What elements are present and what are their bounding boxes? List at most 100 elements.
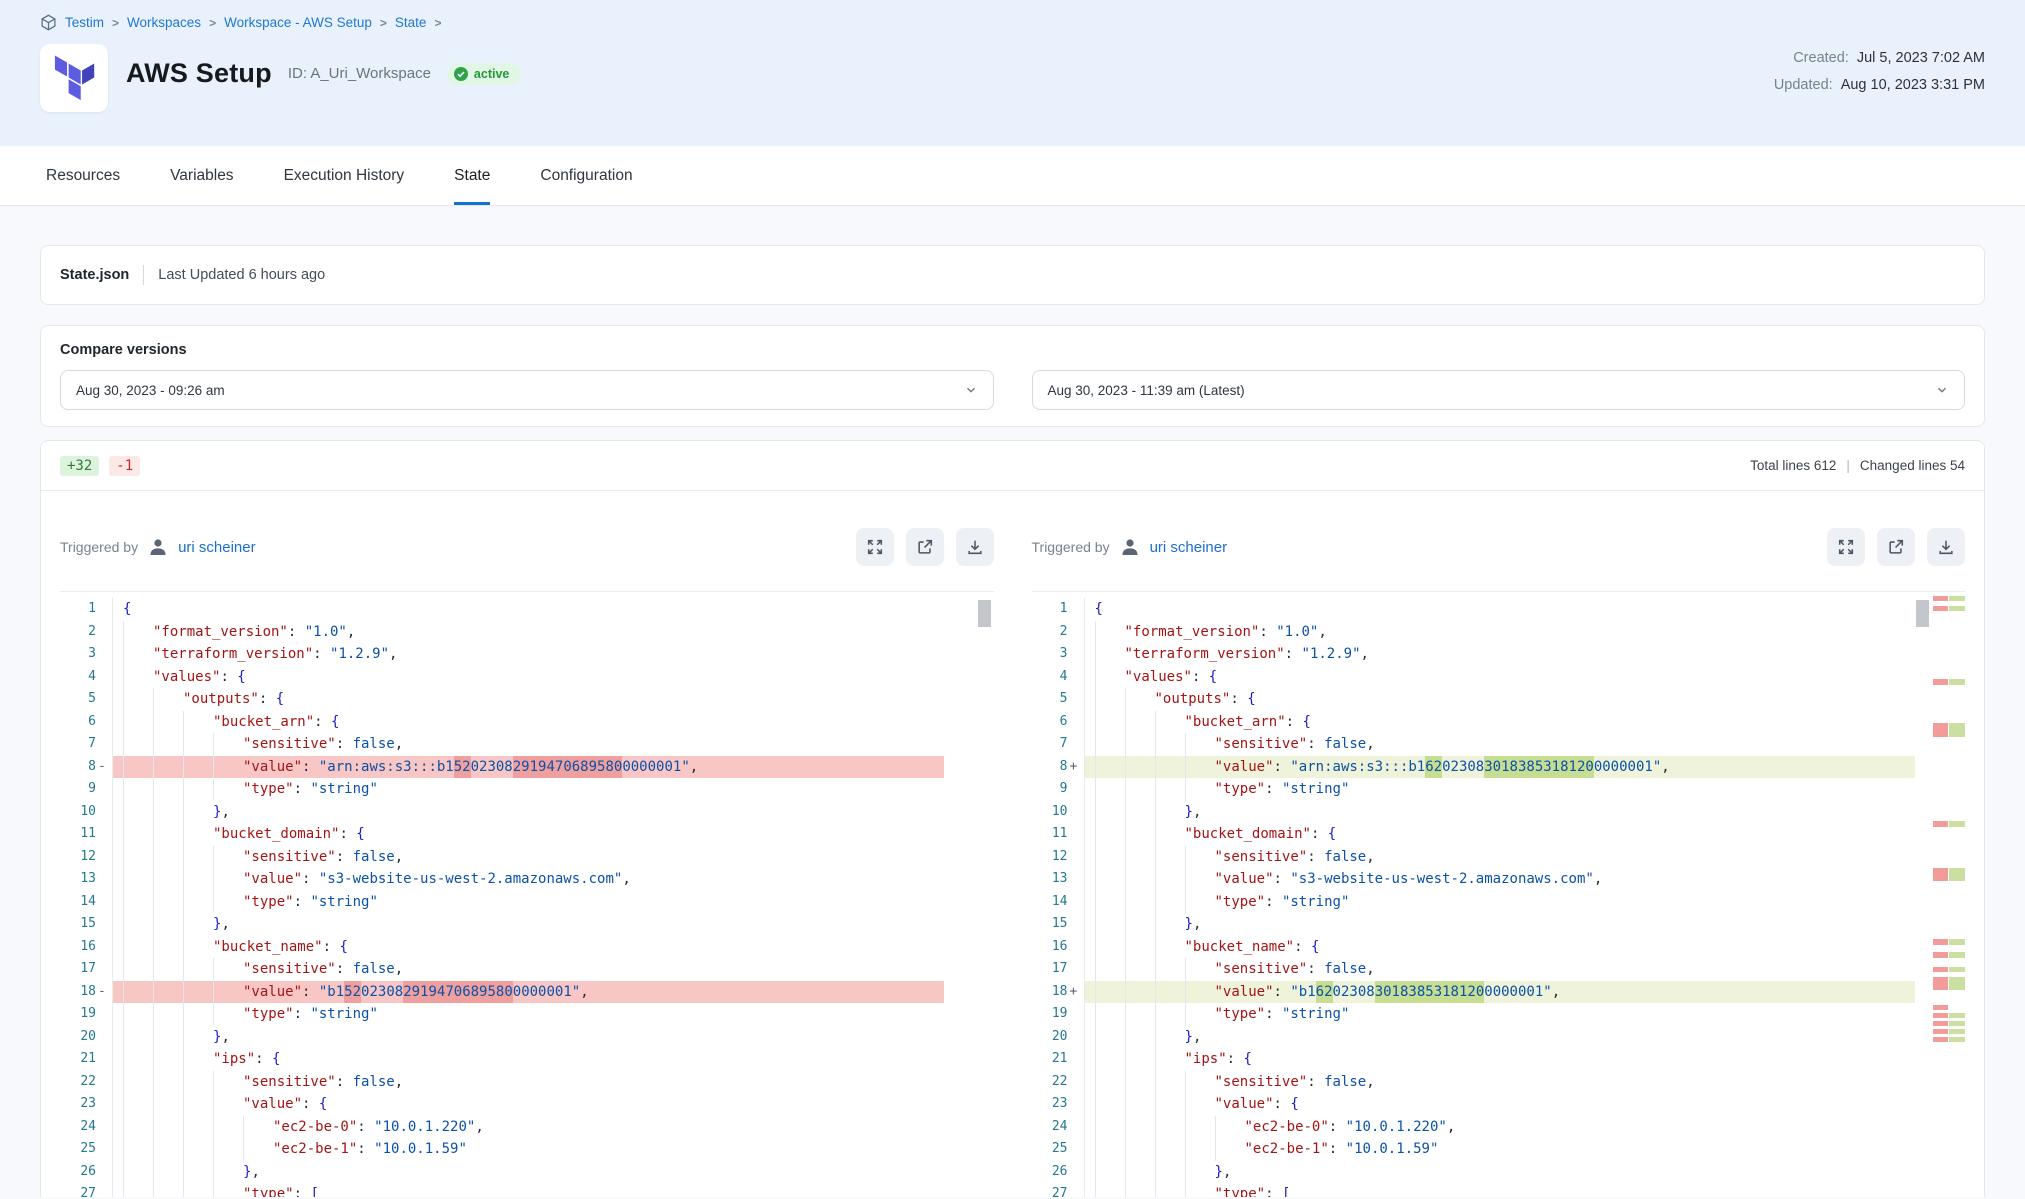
- open-external-button[interactable]: [1877, 528, 1915, 566]
- file-name: State.json: [60, 267, 129, 283]
- line-number: 20: [60, 1026, 96, 1049]
- code-text: "bucket_name": {: [112, 936, 944, 959]
- expand-button[interactable]: [856, 528, 894, 566]
- line-number: 27: [1032, 1183, 1068, 1197]
- file-last-updated: Last Updated 6 hours ago: [158, 267, 325, 283]
- code-line: 10},: [60, 801, 944, 824]
- diff-marker: [1068, 1026, 1084, 1049]
- diff-marker: [1068, 598, 1084, 621]
- chevron-right-icon: >: [209, 16, 216, 30]
- version-select-right[interactable]: Aug 30, 2023 - 11:39 am (Latest): [1032, 370, 1966, 410]
- diff-marker: [1068, 711, 1084, 734]
- diff-pane-right: Triggered by uri scheiner: [1032, 503, 1966, 1197]
- line-number: 15: [1032, 913, 1068, 936]
- download-button[interactable]: [956, 528, 994, 566]
- line-number: 19: [1032, 1003, 1068, 1026]
- code-text: "sensitive": false,: [112, 1071, 944, 1094]
- tab-configuration[interactable]: Configuration: [540, 146, 632, 205]
- code-line: 15},: [1032, 913, 1916, 936]
- line-number: 23: [1032, 1093, 1068, 1116]
- external-link-icon: [1887, 538, 1905, 556]
- user-avatar-icon: [1120, 537, 1140, 557]
- code-editor-left[interactable]: 1{2"format_version": "1.0",3"terraform_v…: [60, 591, 994, 1197]
- code-text: "ips": {: [1084, 1048, 1916, 1071]
- code-text: },: [112, 913, 944, 936]
- line-number: 4: [60, 666, 96, 689]
- code-text: "values": {: [1084, 666, 1916, 689]
- code-line: 19"type": "string": [60, 1003, 944, 1026]
- compare-versions-card: Compare versions Aug 30, 2023 - 09:26 am…: [40, 325, 1985, 427]
- ruler-removed-mark: [1933, 821, 1948, 827]
- code-line: 24"ec2-be-0": "10.0.1.220",: [60, 1116, 944, 1139]
- line-number: 26: [60, 1161, 96, 1184]
- line-number: 7: [60, 733, 96, 756]
- line-number: 23: [60, 1093, 96, 1116]
- breadcrumb-item-workspace[interactable]: Workspace - AWS Setup: [224, 15, 372, 30]
- ruler-added-mark: [1949, 723, 1965, 737]
- code-text: "type": "string": [112, 1003, 944, 1026]
- code-text: "sensitive": false,: [112, 958, 944, 981]
- code-text: "ec2-be-1": "10.0.1.59": [112, 1138, 944, 1161]
- line-number: 3: [1032, 643, 1068, 666]
- scrollbar-thumb[interactable]: [1916, 600, 1929, 627]
- code-line: 16"bucket_name": {: [1032, 936, 1916, 959]
- diff-marker: [1068, 913, 1084, 936]
- diff-marker: [96, 1071, 112, 1094]
- ruler-added-mark: [1949, 596, 1965, 601]
- code-line: 21"ips": {: [60, 1048, 944, 1071]
- code-text: "sensitive": false,: [1084, 733, 1916, 756]
- code-text: "bucket_arn": {: [112, 711, 944, 734]
- added-lines-badge: +32: [60, 456, 99, 476]
- open-external-button[interactable]: [906, 528, 944, 566]
- diff-marker: [1068, 868, 1084, 891]
- triggered-by-user-link[interactable]: uri scheiner: [1150, 539, 1228, 556]
- ruler-removed-mark: [1933, 967, 1948, 972]
- code-text: "ips": {: [112, 1048, 944, 1071]
- tab-state[interactable]: State: [454, 146, 490, 205]
- ruler-removed-mark: [1933, 606, 1948, 611]
- expand-button[interactable]: [1827, 528, 1865, 566]
- chevron-down-icon: [1935, 383, 1949, 397]
- diff-marker: [1068, 823, 1084, 846]
- tab-variables[interactable]: Variables: [170, 146, 233, 205]
- line-number: 12: [60, 846, 96, 869]
- terraform-logo: [40, 44, 108, 112]
- line-number: 9: [60, 778, 96, 801]
- tab-resources[interactable]: Resources: [46, 146, 120, 205]
- user-avatar-icon: [148, 537, 168, 557]
- code-line: 2"format_version": "1.0",: [1032, 621, 1916, 644]
- diff-marker: [96, 846, 112, 869]
- diff-marker: [96, 913, 112, 936]
- code-text: "type": "string": [1084, 778, 1916, 801]
- line-number: 2: [1032, 621, 1068, 644]
- diff-marker: [96, 1048, 112, 1071]
- breadcrumb-item-state[interactable]: State: [395, 15, 427, 30]
- line-number: 1: [1032, 598, 1068, 621]
- ruler-added-mark: [1949, 977, 1965, 990]
- diff-marker: [96, 666, 112, 689]
- code-line: 25"ec2-be-1": "10.0.1.59": [1032, 1138, 1916, 1161]
- code-text: "bucket_domain": {: [1084, 823, 1916, 846]
- line-number: 16: [1032, 936, 1068, 959]
- line-number: 13: [60, 868, 96, 891]
- download-button[interactable]: [1927, 528, 1965, 566]
- triggered-by-user-link[interactable]: uri scheiner: [178, 539, 256, 556]
- tab-execution-history[interactable]: Execution History: [284, 146, 405, 205]
- main-content: State.json Last Updated 6 hours ago Comp…: [0, 206, 2025, 1197]
- diff-overview-ruler[interactable]: [1933, 592, 1965, 1197]
- code-line: 3"terraform_version": "1.2.9",: [60, 643, 944, 666]
- diff-marker: [96, 823, 112, 846]
- code-editor-right[interactable]: 1{2"format_version": "1.0",3"terraform_v…: [1032, 591, 1966, 1197]
- diff-marker: [1068, 643, 1084, 666]
- ruler-added-mark: [1949, 967, 1965, 972]
- code-text: "sensitive": false,: [112, 733, 944, 756]
- ruler-added-mark: [1949, 868, 1965, 881]
- breadcrumb-item-testim[interactable]: Testim: [65, 15, 104, 30]
- code-line: 10},: [1032, 801, 1916, 824]
- code-line: 12"sensitive": false,: [60, 846, 944, 869]
- scrollbar-thumb[interactable]: [978, 600, 991, 627]
- version-select-left[interactable]: Aug 30, 2023 - 09:26 am: [60, 370, 994, 410]
- code-line: 9"type": "string": [60, 778, 944, 801]
- breadcrumb-item-workspaces[interactable]: Workspaces: [127, 15, 201, 30]
- diff-marker: [96, 1138, 112, 1161]
